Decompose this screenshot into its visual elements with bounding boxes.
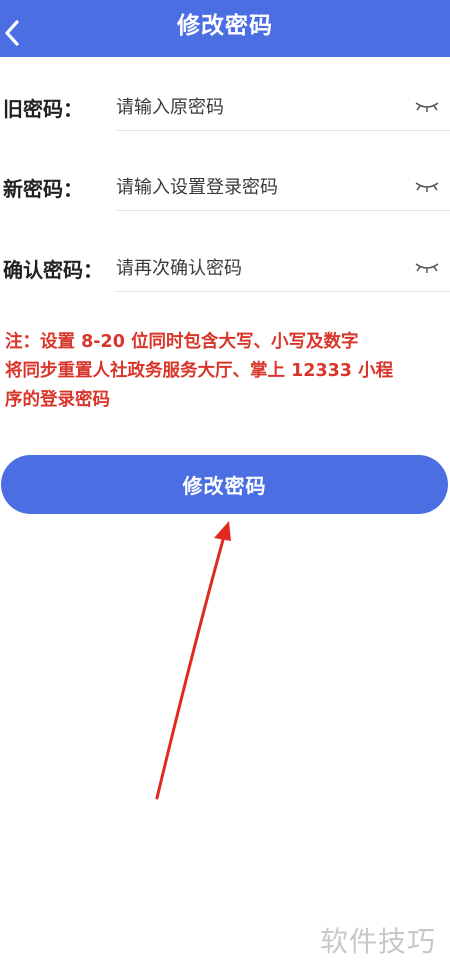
confirm-password-visibility-toggle[interactable] xyxy=(412,258,442,278)
note-line: 注：设置 8-20 位同时包含大写、小写及数字 xyxy=(5,332,359,352)
eye-closed-icon xyxy=(415,102,439,112)
change-password-button[interactable]: 修改密码 xyxy=(1,455,448,514)
divider xyxy=(116,130,450,131)
eye-closed-icon xyxy=(415,263,439,273)
old-password-label: 旧密码： xyxy=(3,97,83,121)
new-password-visibility-toggle[interactable] xyxy=(412,177,442,197)
old-password-row: 旧密码： xyxy=(0,79,450,139)
divider xyxy=(116,291,450,292)
old-password-visibility-toggle[interactable] xyxy=(412,97,442,117)
new-password-input[interactable] xyxy=(116,173,406,201)
confirm-password-label: 确认密码： xyxy=(3,258,103,282)
password-rule-note: 注：设置 8-20 位同时包含大写、小写及数字 将同步重置人社政务服务大厅、掌上… xyxy=(5,328,445,415)
new-password-label: 新密码： xyxy=(3,177,83,201)
confirm-password-input[interactable] xyxy=(116,254,406,282)
eye-closed-icon xyxy=(415,182,439,192)
divider xyxy=(116,210,450,211)
watermark: 软件技巧 xyxy=(320,925,437,958)
confirm-password-row: 确认密码： xyxy=(0,240,450,300)
note-line: 序的登录密码 xyxy=(5,390,110,410)
page-title: 修改密码 xyxy=(177,13,273,39)
header-bar: 修改密码 xyxy=(0,0,450,57)
note-line: 将同步重置人社政务服务大厅、掌上 12333 小程 xyxy=(5,361,394,381)
new-password-row: 新密码： xyxy=(0,159,450,219)
old-password-input[interactable] xyxy=(116,93,406,121)
